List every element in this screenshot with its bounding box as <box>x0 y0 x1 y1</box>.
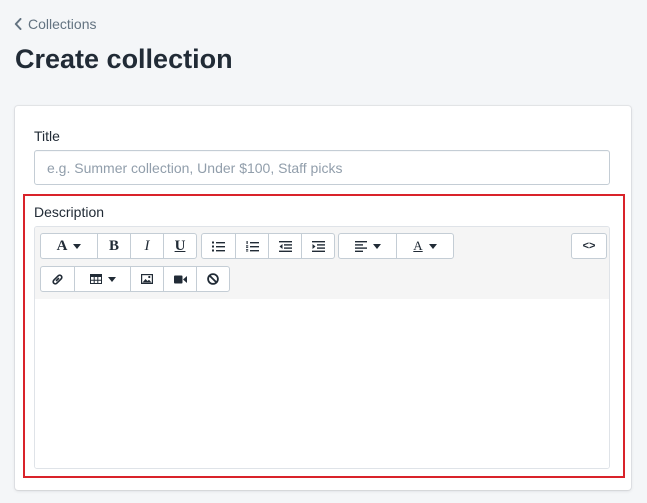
text-color-icon: A <box>413 238 423 253</box>
description-text-area[interactable] <box>35 299 609 468</box>
editor-toolbar: A B I U A <> <box>35 227 609 300</box>
italic-button[interactable]: I <box>130 234 163 258</box>
ban-icon <box>207 273 219 285</box>
font-icon: A <box>56 237 68 254</box>
code-group: <> <box>571 233 607 259</box>
video-button[interactable] <box>163 267 196 291</box>
align-left-icon <box>354 240 367 252</box>
description-label: Description <box>34 204 105 220</box>
underline-icon: U <box>174 237 186 254</box>
text-style-group: A B I U <box>40 233 197 259</box>
bold-button[interactable]: B <box>97 234 130 258</box>
chevron-left-icon <box>14 18 22 30</box>
insert-group <box>40 266 230 292</box>
list-group <box>201 233 335 259</box>
align-button[interactable] <box>339 234 396 258</box>
collection-card: Title Description A B I U <box>15 106 631 490</box>
show-html-button[interactable]: <> <box>572 234 606 258</box>
bullet-list-icon <box>212 241 225 251</box>
bullet-list-button[interactable] <box>202 234 235 258</box>
table-button[interactable] <box>74 267 130 291</box>
link-icon <box>52 273 63 285</box>
description-editor: A B I U A <> <box>34 226 610 469</box>
paragraph-group: A <box>338 233 454 259</box>
title-label: Title <box>34 128 60 144</box>
page-title: Create collection <box>15 44 233 74</box>
italic-icon: I <box>144 237 150 254</box>
outdent-button[interactable] <box>268 234 301 258</box>
indent-icon <box>311 240 325 252</box>
text-color-button[interactable]: A <box>396 234 453 258</box>
video-icon <box>173 275 187 283</box>
chevron-down-icon <box>107 276 116 282</box>
numbered-list-button[interactable] <box>235 234 268 258</box>
image-button[interactable] <box>130 267 163 291</box>
breadcrumb-label: Collections <box>28 16 97 32</box>
chevron-down-icon <box>73 243 82 249</box>
bold-icon: B <box>108 237 119 254</box>
underline-button[interactable]: U <box>163 234 196 258</box>
table-icon <box>89 274 102 284</box>
image-icon <box>141 274 153 284</box>
code-icon: <> <box>582 240 596 252</box>
indent-button[interactable] <box>301 234 334 258</box>
chevron-down-icon <box>372 243 381 249</box>
chevron-down-icon <box>428 243 437 249</box>
link-button[interactable] <box>41 267 74 291</box>
breadcrumb[interactable]: Collections <box>14 16 96 32</box>
numbered-list-icon <box>245 240 259 251</box>
font-style-button[interactable]: A <box>41 234 97 258</box>
title-input[interactable] <box>34 150 610 185</box>
outdent-icon <box>278 240 292 252</box>
clear-formatting-button[interactable] <box>196 267 229 291</box>
